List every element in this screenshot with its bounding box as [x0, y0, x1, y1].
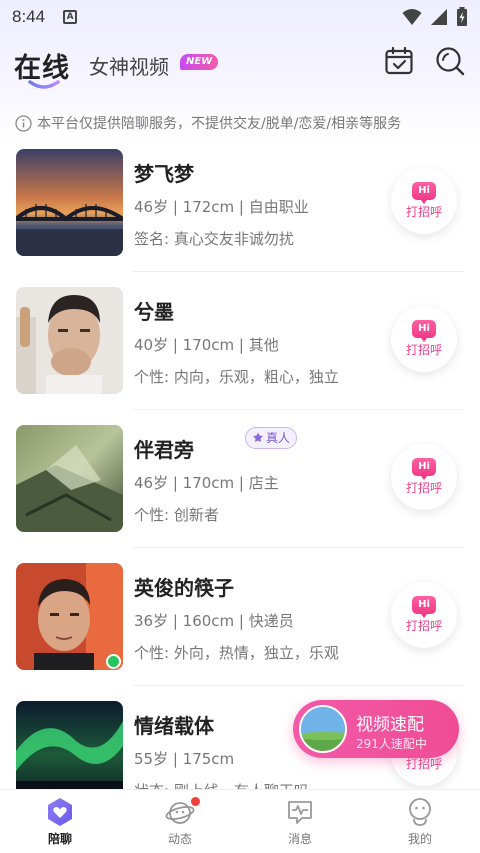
user-tag: 个性: 内向，乐观，粗心，独立 [134, 368, 339, 386]
greet-label: 打招呼 [405, 619, 442, 633]
notification-dot [191, 797, 200, 806]
nav-item-moments[interactable]: 动态 [120, 790, 240, 853]
divider [133, 547, 464, 548]
list-item[interactable]: 梦飞梦 46岁 | 172cm | 自由职业 签名: 真心交友非诚勿扰 Hi 打… [0, 148, 480, 286]
nav-item-chat[interactable]: 陪聊 [0, 790, 120, 853]
divider [133, 271, 464, 272]
status-bar: 8:44 A [0, 0, 480, 34]
notice-text: 本平台仅提供陪聊服务，不提供交友/脱单/恋爱/相亲等服务 [37, 116, 402, 132]
service-notice: 本平台仅提供陪聊服务，不提供交友/脱单/恋爱/相亲等服务 [15, 113, 401, 133]
list-item[interactable]: 英俊的筷子 36岁 | 160cm | 快递员 个性: 外向，热情，独立，乐观 … [0, 562, 480, 700]
battery-icon [457, 7, 467, 26]
user-tag: 个性: 创新者 [134, 506, 219, 524]
tab-goddess-video[interactable]: 女神视频 [89, 51, 169, 80]
greet-button[interactable]: Hi 打招呼 [391, 582, 457, 648]
nav-label: 我的 [407, 832, 432, 846]
top-header: 在线 女神视频 NEW [0, 40, 480, 96]
user-meta: 40岁 | 170cm | 其他 [134, 336, 279, 354]
avatar[interactable] [16, 563, 123, 670]
user-name: 伴君旁 [134, 438, 194, 462]
hi-bubble-icon: Hi [412, 182, 436, 204]
hi-bubble-icon: Hi [412, 320, 436, 342]
verified-star-icon [253, 432, 263, 442]
search-icon [436, 47, 465, 76]
new-badge: NEW [180, 54, 219, 70]
nav-label: 消息 [287, 832, 312, 846]
user-meta: 46岁 | 172cm | 自由职业 [134, 198, 309, 216]
online-indicator [106, 654, 121, 669]
user-name: 情绪载体 [134, 714, 214, 738]
user-tag: 个性: 外向，热情，独立，乐观 [134, 644, 339, 662]
user-tag: 签名: 真心交友非诚勿扰 [134, 230, 294, 248]
greet-button[interactable]: Hi 打招呼 [391, 444, 457, 510]
list-item[interactable]: 兮墨 40岁 | 170cm | 其他 个性: 内向，乐观，粗心，独立 Hi 打… [0, 286, 480, 424]
nav-item-messages[interactable]: 消息 [240, 790, 360, 853]
verified-badge: 真人 [245, 427, 298, 449]
nav-label: 陪聊 [47, 832, 72, 846]
user-meta: 36岁 | 160cm | 快递员 [134, 612, 294, 630]
greet-button[interactable]: Hi 打招呼 [391, 168, 457, 234]
calendar-check-icon [385, 46, 413, 75]
nav-item-profile[interactable]: 我的 [360, 790, 480, 853]
hi-bubble-icon: Hi [412, 596, 436, 618]
user-meta: 55岁 | 175cm [134, 750, 235, 768]
user-name: 梦飞梦 [134, 162, 194, 186]
profile-icon [409, 798, 431, 826]
video-match-button[interactable]: 视频速配 291人速配中 [293, 700, 459, 758]
greet-label: 打招呼 [405, 481, 442, 495]
avatar[interactable] [16, 287, 123, 394]
signal-icon [431, 9, 447, 25]
video-match-thumbnail [299, 705, 347, 753]
search-button[interactable] [435, 46, 465, 76]
notification-icon: A [63, 10, 78, 24]
greet-button[interactable]: Hi 打招呼 [391, 306, 457, 372]
user-meta: 46岁 | 170cm | 店主 [134, 474, 279, 492]
user-name: 兮墨 [134, 300, 174, 324]
verified-label: 真人 [266, 431, 291, 445]
bottom-nav: 陪聊 动态 消息 我的 [0, 789, 480, 853]
user-name: 英俊的筷子 [134, 576, 234, 600]
wifi-icon [402, 9, 422, 25]
video-match-title: 视频速配 [356, 715, 424, 735]
divider [133, 685, 464, 686]
status-icons [402, 7, 468, 27]
list-item[interactable]: 伴君旁 46岁 | 170cm | 店主 个性: 创新者 Hi 打招呼 [0, 424, 480, 562]
divider [133, 409, 464, 410]
nav-label: 动态 [167, 832, 192, 846]
video-match-subtitle: 291人速配中 [356, 737, 427, 751]
hi-bubble-icon: Hi [412, 458, 436, 480]
greet-label: 打招呼 [405, 205, 442, 219]
avatar[interactable] [16, 701, 123, 791]
info-icon [15, 114, 32, 132]
chat-heart-icon [48, 798, 72, 826]
message-pulse-icon [288, 801, 312, 824]
status-time: 8:44 [12, 7, 46, 26]
tab-active-underline [28, 80, 60, 89]
calendar-button[interactable] [384, 46, 414, 76]
greet-label: 打招呼 [405, 343, 442, 357]
avatar[interactable] [16, 149, 123, 256]
avatar[interactable] [16, 425, 123, 532]
